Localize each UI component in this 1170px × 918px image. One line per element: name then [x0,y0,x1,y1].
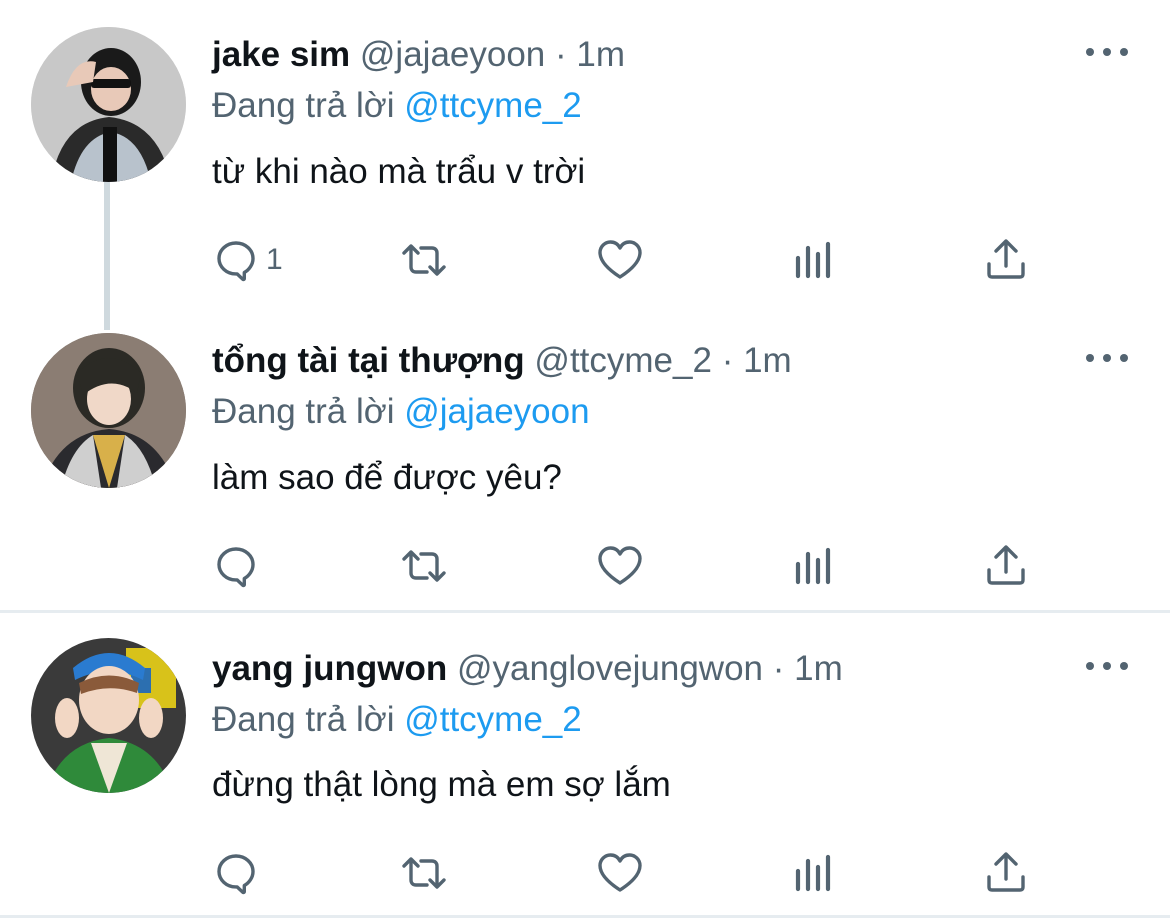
separator-dot: · [772,649,785,688]
person-peace-sign-icon [31,638,186,793]
share-button[interactable] [982,235,1030,285]
analytics-icon [795,547,831,585]
tweet-actions [212,541,1042,591]
reply-button[interactable] [212,848,266,898]
separator-dot: · [721,341,734,380]
share-icon [987,852,1025,892]
analytics-button[interactable] [790,541,838,591]
replying-prefix: Đang trả lời [212,86,395,125]
mention-link[interactable]: @ttcyme_2 [404,700,582,739]
mention-link[interactable]: @ttcyme_2 [404,86,582,125]
timestamp[interactable]: 1m [794,649,843,688]
retweet-icon [402,857,446,889]
analytics-button[interactable] [790,235,838,285]
reply-icon [217,547,255,588]
replying-to: Đang trả lời @jajaeyoon [212,391,590,433]
like-button[interactable] [596,541,644,591]
tweet-actions [212,848,1042,898]
separator-dot: · [555,35,567,74]
replying-prefix: Đang trả lời [212,392,395,431]
heart-icon [598,546,642,585]
replying-to: Đang trả lời @ttcyme_2 [212,699,582,741]
like-button[interactable] [596,235,644,285]
retweet-button[interactable] [400,848,448,898]
analytics-icon [795,241,831,279]
display-name[interactable]: tổng tài tại thượng [212,341,525,380]
like-button[interactable] [596,848,644,898]
share-button[interactable] [982,848,1030,898]
tweet-1[interactable]: jake sim @jajaeyoon · 1m Đang trả lời @t… [0,0,1170,330]
tweet-2[interactable]: tổng tài tại thượng @ttcyme_2 · 1m Đang … [0,305,1170,610]
reply-icon [217,241,255,282]
tweet-text: làm sao để được yêu? [212,458,562,497]
retweet-icon [402,244,446,276]
avatar-jake-sim[interactable] [31,27,186,182]
tweet-header: tổng tài tại thượng @ttcyme_2 · 1m [212,340,792,382]
user-handle[interactable]: @ttcyme_2 [534,341,712,380]
more-options-icon[interactable] [1086,42,1128,62]
tweet-header: yang jungwon @yanglovejungwon · 1m [212,648,843,690]
retweet-button[interactable] [400,235,448,285]
user-handle[interactable]: @yanglovejungwon [457,649,763,688]
share-icon [987,239,1025,279]
display-name[interactable]: jake sim [212,35,350,74]
tweet-3[interactable]: yang jungwon @yanglovejungwon · 1m Đang … [0,613,1170,918]
tweet-actions: 1 [212,235,1042,285]
reply-icon [217,854,255,895]
person-with-sunglasses-icon [31,27,186,182]
display-name[interactable]: yang jungwon [212,649,447,688]
avatar-tong-tai[interactable] [31,333,186,488]
mention-link[interactable]: @jajaeyoon [404,392,589,431]
analytics-button[interactable] [790,848,838,898]
retweet-button[interactable] [400,541,448,591]
reply-count: 1 [266,243,283,276]
timestamp[interactable]: 1m [743,341,792,380]
heart-icon [598,853,642,892]
heart-icon [598,240,642,279]
tweet-text: đừng thật lòng mà em sợ lắm [212,765,671,804]
replying-to: Đang trả lời @ttcyme_2 [212,85,582,127]
more-options-icon[interactable] [1086,348,1128,368]
anime-character-icon [31,333,186,488]
reply-button[interactable] [212,541,266,591]
retweet-icon [402,550,446,582]
more-options-icon[interactable] [1086,656,1128,676]
avatar-yang-jungwon[interactable] [31,638,186,793]
user-handle[interactable]: @jajaeyoon [360,35,545,74]
analytics-icon [795,854,831,892]
tweet-header: jake sim @jajaeyoon · 1m [212,34,625,76]
replying-prefix: Đang trả lời [212,700,395,739]
reply-button[interactable]: 1 [212,235,283,285]
timestamp[interactable]: 1m [576,35,625,74]
share-icon [987,545,1025,585]
tweet-text: từ khi nào mà trẩu v trời [212,152,586,191]
share-button[interactable] [982,541,1030,591]
